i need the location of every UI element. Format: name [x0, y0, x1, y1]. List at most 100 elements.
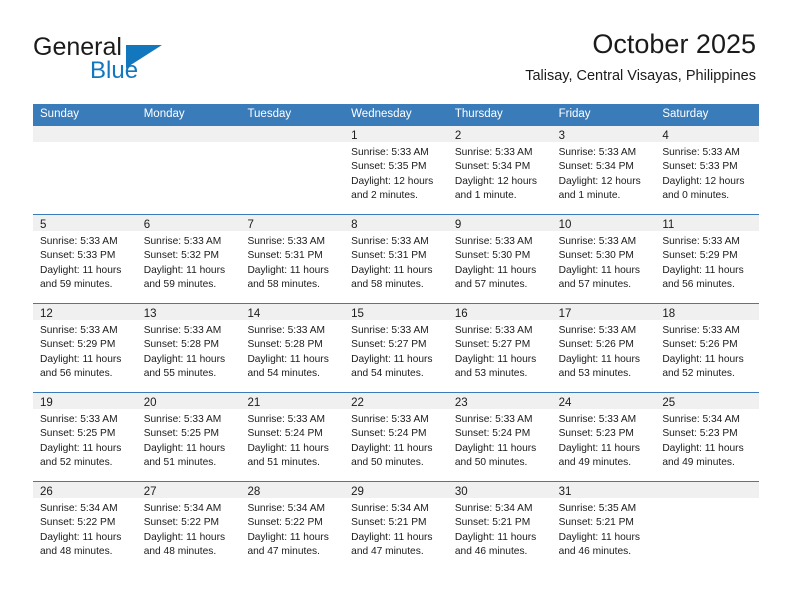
day-detail-line: Sunrise: 5:33 AM — [143, 236, 222, 247]
day-detail-line: and 47 minutes. — [247, 546, 320, 558]
day-detail-lines — [33, 142, 137, 146]
day-detail-line: and 57 minutes. — [454, 279, 528, 291]
day-cell[interactable]: 19 Sunrise: 5:33 AM Sunset: 5:25 PM Dayligh… — [33, 393, 137, 481]
day-detail-line: Daylight: 12 hours — [454, 175, 537, 187]
day-number-band: 26 — [33, 482, 137, 498]
day-number: 7 — [247, 219, 254, 231]
day-detail-line: Sunrise: 5:33 AM — [558, 325, 637, 336]
day-detail-line: Sunrise: 5:33 AM — [247, 236, 326, 247]
day-detail-line: and 50 minutes. — [454, 457, 528, 469]
day-detail-lines: Sunrise: 5:33 AM Sunset: 5:34 PM Daylight:… — [552, 142, 656, 204]
day-cell[interactable]: 16 Sunrise: 5:33 AM Sunset: 5:27 PM Dayligh… — [447, 304, 552, 392]
day-number: 11 — [662, 219, 675, 231]
day-cell[interactable]: 12 Sunrise: 5:33 AM Sunset: 5:29 PM Dayligh… — [33, 304, 137, 392]
day-number-band: 2 — [447, 126, 552, 142]
day-detail-line: and 50 minutes. — [351, 457, 424, 469]
day-number-band: 27 — [136, 482, 241, 498]
day-cell[interactable]: 15 Sunrise: 5:33 AM Sunset: 5:27 PM Dayligh… — [344, 304, 448, 392]
day-cell[interactable]: 26 Sunrise: 5:34 AM Sunset: 5:22 PM Dayligh… — [33, 482, 137, 570]
page-header: General Blue October 2025 Talisay, Centr… — [0, 0, 792, 100]
day-cell[interactable]: 28 Sunrise: 5:34 AM Sunset: 5:22 PM Dayligh… — [240, 482, 345, 570]
day-detail-line: and 47 minutes. — [351, 546, 424, 558]
day-detail-line: Daylight: 11 hours — [454, 264, 537, 276]
day-detail-line: and 1 minute. — [558, 190, 621, 202]
day-detail-lines: Sunrise: 5:33 AM Sunset: 5:32 PM Daylight:… — [137, 231, 241, 293]
day-cell[interactable]: 22 Sunrise: 5:33 AM Sunset: 5:24 PM Dayligh… — [344, 393, 448, 481]
brand-logo[interactable]: General Blue — [33, 33, 243, 84]
day-detail-line: Sunrise: 5:34 AM — [351, 503, 429, 514]
day-detail-line: Sunset: 5:33 PM — [662, 161, 738, 173]
day-cell[interactable]: 13 Sunrise: 5:33 AM Sunset: 5:28 PM Dayligh… — [136, 304, 241, 392]
day-detail-line: Daylight: 11 hours — [662, 353, 744, 365]
day-detail-lines: Sunrise: 5:33 AM Sunset: 5:24 PM Daylight:… — [240, 409, 344, 471]
weekday-header-row: Sunday Monday Tuesday Wednesday Thursday Frid… — [33, 104, 759, 126]
day-cell[interactable]: 8 Sunrise: 5:33 AM Sunset: 5:31 PM Daylight… — [344, 215, 448, 303]
day-number: 1 — [351, 130, 358, 142]
day-number-band: 18 — [655, 304, 760, 320]
day-detail-line: Sunset: 5:23 PM — [558, 428, 634, 440]
day-number: 26 — [40, 486, 53, 498]
title-block: October 2025 Talisay, Central Visayas, P… — [525, 28, 756, 85]
day-detail-line: Daylight: 11 hours — [247, 353, 329, 365]
day-number: 21 — [247, 397, 261, 409]
day-number-band: 8 — [344, 215, 448, 231]
calendar-week-row: 26 Sunrise: 5:34 AM Sunset: 5:22 PM Dayligh… — [33, 482, 760, 570]
day-detail-lines: Sunrise: 5:33 AM Sunset: 5:24 PM Daylight:… — [344, 409, 448, 471]
day-detail-line: Sunset: 5:23 PM — [662, 428, 738, 440]
day-detail-lines: Sunrise: 5:33 AM Sunset: 5:31 PM Daylight:… — [240, 231, 344, 293]
day-detail-line: and 48 minutes. — [40, 546, 113, 558]
day-cell[interactable]: 29 Sunrise: 5:34 AM Sunset: 5:21 PM Dayligh… — [344, 482, 448, 570]
day-cell[interactable]: 2 Sunrise: 5:33 AM Sunset: 5:34 PM Daylight… — [447, 126, 552, 214]
day-detail-line: Sunset: 5:34 PM — [558, 161, 634, 173]
day-detail-line: Sunrise: 5:33 AM — [454, 236, 533, 247]
day-cell[interactable]: 9 Sunrise: 5:33 AM Sunset: 5:30 PM Daylight… — [447, 215, 552, 303]
day-cell[interactable]: 7 Sunrise: 5:33 AM Sunset: 5:31 PM Daylight… — [240, 215, 345, 303]
day-cell[interactable]: 18 Sunrise: 5:33 AM Sunset: 5:26 PM Dayligh… — [655, 304, 760, 392]
day-cell[interactable]: 1 Sunrise: 5:33 AM Sunset: 5:35 PM Daylight… — [344, 126, 448, 214]
day-detail-line: Sunrise: 5:33 AM — [143, 414, 222, 425]
day-detail-line: Sunrise: 5:34 AM — [247, 503, 326, 514]
day-number: 25 — [662, 397, 676, 409]
day-cell[interactable]: 3 Sunrise: 5:33 AM Sunset: 5:34 PM Daylight… — [551, 126, 656, 214]
day-number-band: 23 — [447, 393, 552, 409]
day-number-band: 7 — [240, 215, 345, 231]
day-detail-line: Daylight: 11 hours — [351, 264, 433, 276]
day-detail-line: and 58 minutes. — [247, 279, 320, 291]
day-number-band — [240, 126, 345, 142]
day-number-band: 1 — [344, 126, 448, 142]
day-detail-line: Sunset: 5:22 PM — [143, 517, 220, 529]
day-cell[interactable]: 24 Sunrise: 5:33 AM Sunset: 5:23 PM Dayligh… — [551, 393, 656, 481]
day-cell[interactable]: 11 Sunrise: 5:33 AM Sunset: 5:29 PM Dayligh… — [655, 215, 760, 303]
day-cell[interactable]: 25 Sunrise: 5:34 AM Sunset: 5:23 PM Dayligh… — [655, 393, 760, 481]
day-detail-lines: Sunrise: 5:33 AM Sunset: 5:27 PM Daylight:… — [344, 320, 448, 382]
day-detail-line: Daylight: 11 hours — [558, 442, 640, 454]
day-cell[interactable]: 27 Sunrise: 5:34 AM Sunset: 5:22 PM Dayligh… — [136, 482, 241, 570]
day-detail-lines: Sunrise: 5:33 AM Sunset: 5:34 PM Daylight:… — [448, 142, 552, 204]
day-number: 24 — [558, 397, 572, 409]
day-detail-line: Daylight: 11 hours — [558, 353, 640, 365]
day-cell[interactable]: 30 Sunrise: 5:34 AM Sunset: 5:21 PM Dayligh… — [447, 482, 552, 570]
day-number-band: 11 — [655, 215, 760, 231]
day-detail-line: Daylight: 11 hours — [40, 264, 122, 276]
day-detail-line: Daylight: 11 hours — [143, 442, 226, 454]
day-number-band: 25 — [655, 393, 760, 409]
day-detail-line: Daylight: 11 hours — [143, 353, 226, 365]
day-cell[interactable]: 6 Sunrise: 5:33 AM Sunset: 5:32 PM Daylight… — [136, 215, 241, 303]
day-cell[interactable]: 5 Sunrise: 5:33 AM Sunset: 5:33 PM Daylight… — [33, 215, 137, 303]
day-number: 16 — [454, 308, 468, 320]
day-detail-line: Sunset: 5:31 PM — [247, 250, 323, 262]
day-detail-line: Sunrise: 5:33 AM — [40, 236, 118, 247]
day-cell[interactable]: 20 Sunrise: 5:33 AM Sunset: 5:25 PM Dayligh… — [136, 393, 241, 481]
day-cell[interactable]: 10 Sunrise: 5:33 AM Sunset: 5:30 PM Dayligh… — [551, 215, 656, 303]
day-detail-line: Sunrise: 5:33 AM — [351, 325, 429, 336]
calendar-week-row: 19 Sunrise: 5:33 AM Sunset: 5:25 PM Dayligh… — [33, 393, 760, 482]
day-cell[interactable]: 17 Sunrise: 5:33 AM Sunset: 5:26 PM Dayligh… — [551, 304, 656, 392]
weekday-header-saturday: Saturday — [662, 108, 709, 120]
day-detail-line: Daylight: 11 hours — [351, 442, 433, 454]
day-cell[interactable]: 31 Sunrise: 5:35 AM Sunset: 5:21 PM Dayligh… — [551, 482, 656, 570]
day-detail-line: Daylight: 12 hours — [558, 175, 641, 187]
day-cell[interactable]: 4 Sunrise: 5:33 AM Sunset: 5:33 PM Daylight… — [655, 126, 760, 214]
day-cell[interactable]: 14 Sunrise: 5:33 AM Sunset: 5:28 PM Dayligh… — [240, 304, 345, 392]
day-cell[interactable]: 23 Sunrise: 5:33 AM Sunset: 5:24 PM Dayligh… — [447, 393, 552, 481]
day-cell[interactable]: 21 Sunrise: 5:33 AM Sunset: 5:24 PM Dayligh… — [240, 393, 345, 481]
